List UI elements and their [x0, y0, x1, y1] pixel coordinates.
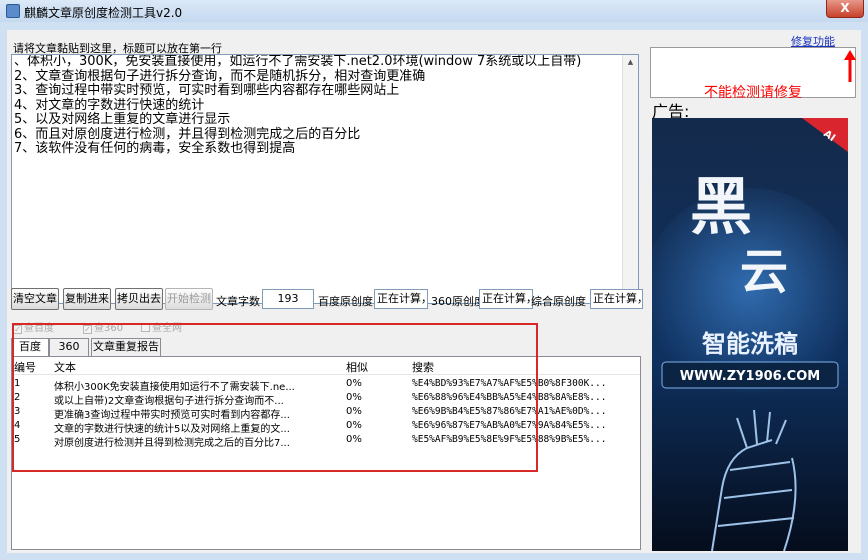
baidu-originality-label: 百度原创度 — [318, 295, 373, 308]
word-count-field[interactable]: 193 — [262, 289, 314, 309]
close-button[interactable]: X — [826, 0, 864, 18]
scroll-up-icon[interactable]: ▲ — [623, 55, 638, 70]
overall-originality-label: 综合原创度 — [531, 295, 586, 308]
paste-in-button[interactable]: 复制进来 — [63, 288, 111, 310]
word-count-label: 文章字数 — [216, 295, 260, 308]
baidu-originality-field[interactable]: 正在计算，请稍候 — [374, 289, 428, 309]
title-bar[interactable]: 麒麟文章原创度检测工具v2.0 X — [0, 0, 868, 22]
ad-brand-char-1: 黑 — [690, 170, 752, 243]
copy-out-button[interactable]: 拷贝出去 — [115, 288, 163, 310]
start-check-button[interactable]: 开始检测 — [165, 288, 213, 310]
overall-originality-field[interactable]: 正在计算，请稍候 — [590, 289, 643, 309]
ad-slogan: 智能洗稿 — [702, 330, 798, 358]
article-line: 7、该软件没有任何的病毒，安全系数也得到提高 — [14, 141, 296, 156]
360-originality-label: 360原创度 — [431, 295, 485, 308]
article-textarea[interactable]: 、体积小，300K，免安装直接使用，如运行不了需安装下.net2.0环境(win… — [11, 54, 639, 304]
360-originality-field[interactable]: 正在计算，请稍候 — [479, 289, 533, 309]
article-line: 6、而且对原创度进行检测，并且得到检测完成之后的百分比 — [14, 126, 361, 142]
clear-article-button[interactable]: 清空文章 — [11, 288, 59, 310]
ad-artwork: AI 黑 云 智能洗稿 WWW.ZY1906.COM — [652, 118, 848, 551]
up-arrow-icon — [844, 50, 856, 82]
article-line: 3、查询过程中带实时预览，可实时看到哪些内容都存在哪些网站上 — [14, 83, 400, 98]
warning-text: 不能检测请修复 — [704, 85, 802, 101]
article-line: 、体积小，300K，免安装直接使用，如运行不了需安装下.net2.0环境(win… — [14, 54, 582, 69]
highlight-frame — [12, 323, 538, 472]
ad-banner[interactable]: AI 黑 云 智能洗稿 WWW.ZY1906.COM — [652, 118, 848, 551]
main-window: 请将文章黏贴到这里，标题可以放在第一行 、体积小，300K，免安装直接使用，如运… — [7, 30, 861, 553]
ad-brand-char-2: 云 — [740, 244, 788, 300]
ad-url: WWW.ZY1906.COM — [680, 369, 820, 384]
article-line: 5、以及对网络上重复的文章进行显示 — [14, 112, 231, 127]
warning-panel: 不能检测请修复 — [650, 47, 856, 101]
article-line: 4、对文章的字数进行快速的统计 — [14, 97, 205, 113]
article-line: 2、文章查询根据句子进行拆分查询，而不是随机拆分，相对查询更准确 — [14, 68, 426, 84]
app-icon — [6, 4, 20, 18]
window-title: 麒麟文章原创度检测工具v2.0 — [24, 6, 183, 20]
vertical-scrollbar[interactable]: ▲ ▼ — [622, 55, 638, 303]
